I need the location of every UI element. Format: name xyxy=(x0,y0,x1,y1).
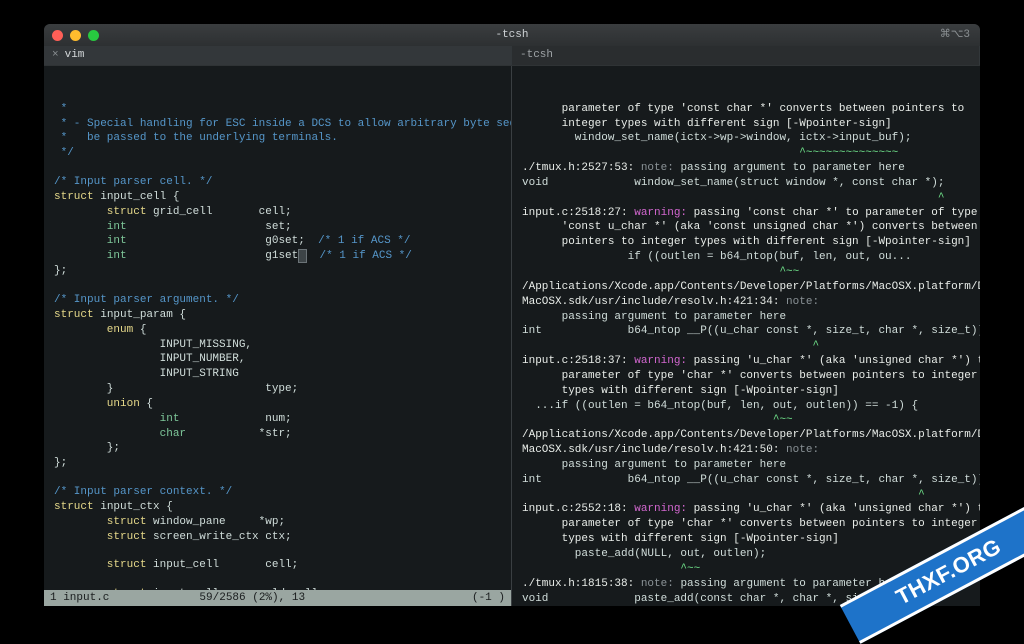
vim-statusbar: 1 input.c 59/2586 (2%), 13 (-1 ) xyxy=(44,590,511,606)
titlebar[interactable]: -tcsh ⌘⌥3 xyxy=(44,24,980,46)
tab-vim[interactable]: × vim xyxy=(44,46,512,65)
tab-label: vim xyxy=(65,48,85,63)
close-icon[interactable] xyxy=(52,30,63,41)
editor-pane[interactable]: * * - Special handling for ESC inside a … xyxy=(44,66,512,606)
tab-bar: × vim -tcsh xyxy=(44,46,980,66)
status-filename: 1 input.c xyxy=(50,591,109,606)
terminal-window: -tcsh ⌘⌥3 × vim -tcsh * * - Special hand… xyxy=(44,24,980,606)
shell-pane[interactable]: parameter of type 'const char *' convert… xyxy=(512,66,980,606)
status-position: 59/2586 (2%), 13 xyxy=(199,591,305,606)
split-panes: * * - Special handling for ESC inside a … xyxy=(44,66,980,606)
editor-buffer: * * - Special handling for ESC inside a … xyxy=(54,102,503,606)
status-right: (-1 ) xyxy=(472,591,505,606)
tab-label: -tcsh xyxy=(520,48,553,63)
zoom-icon[interactable] xyxy=(88,30,99,41)
minimize-icon[interactable] xyxy=(70,30,81,41)
tab-tcsh[interactable]: -tcsh xyxy=(512,46,980,65)
window-hotkey: ⌘⌥3 xyxy=(940,28,970,43)
shell-output: parameter of type 'const char *' convert… xyxy=(522,102,972,606)
window-title: -tcsh xyxy=(44,28,980,43)
tab-close-icon[interactable]: × xyxy=(52,48,59,63)
traffic-lights xyxy=(52,30,99,41)
